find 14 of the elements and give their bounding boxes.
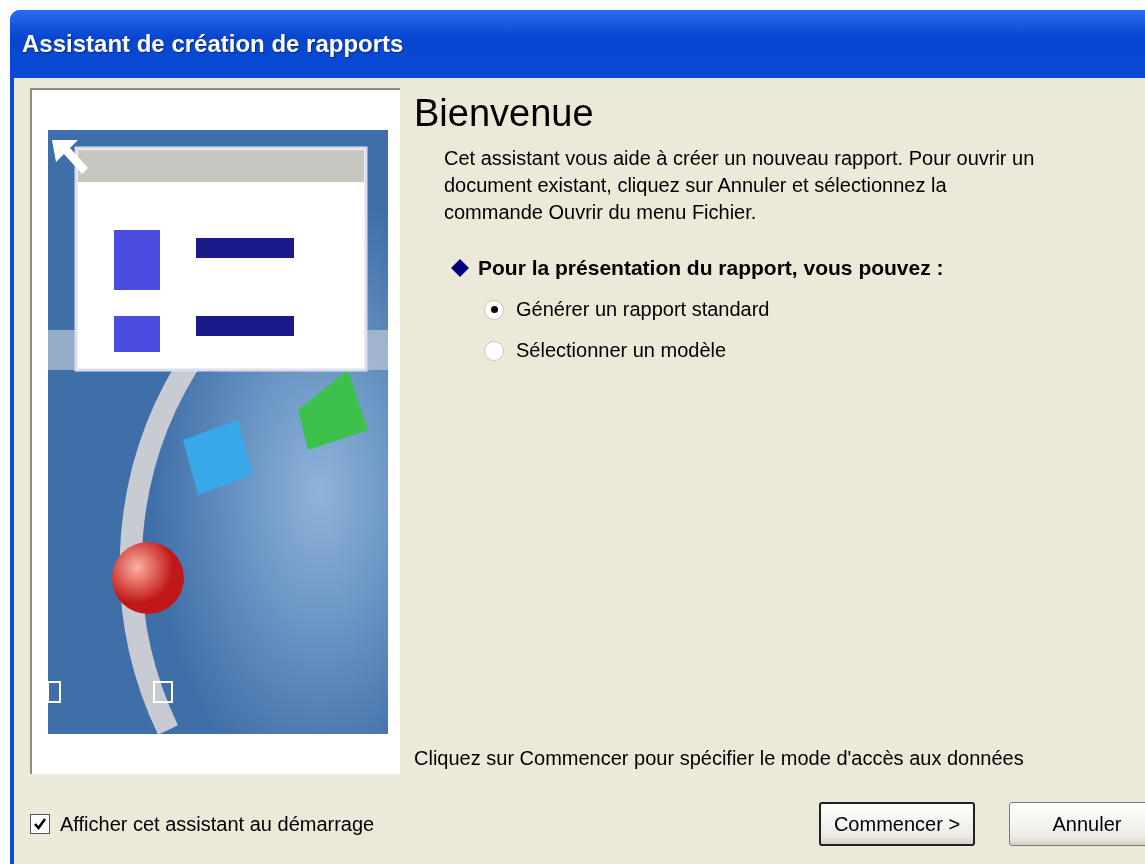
options-label: Pour la présentation du rapport, vous pouvez : [478, 256, 944, 280]
dialog-button[interactable]: Commencer > [819, 802, 975, 846]
intro-text: Cet assistant vous aide à créer un nouveau rapport. Pour ouvrir un document existant, cliquez sur Annuler et sélectionnez la commande Ouvrir du menu Fichier. [444, 146, 1036, 225]
radio-label[interactable]: Sélectionner un modèle [516, 339, 727, 362]
checkbox-label[interactable]: Afficher cet assistant au démarrage [60, 812, 375, 836]
dialog-button[interactable]: Annuler [1009, 802, 1145, 846]
bullet-diamond-icon [450, 258, 470, 278]
hint-text: Cliquez sur Commencer pour spécifier le mode d'accès aux données [414, 747, 1025, 770]
radio-label[interactable]: Générer un rapport standard [516, 298, 770, 321]
window-title: Assistant de création de rapports [22, 30, 404, 58]
radio-button[interactable] [484, 299, 504, 320]
radio-button[interactable] [484, 340, 504, 361]
checkbox[interactable] [30, 814, 50, 834]
page-heading: Bienvenue [414, 92, 595, 135]
